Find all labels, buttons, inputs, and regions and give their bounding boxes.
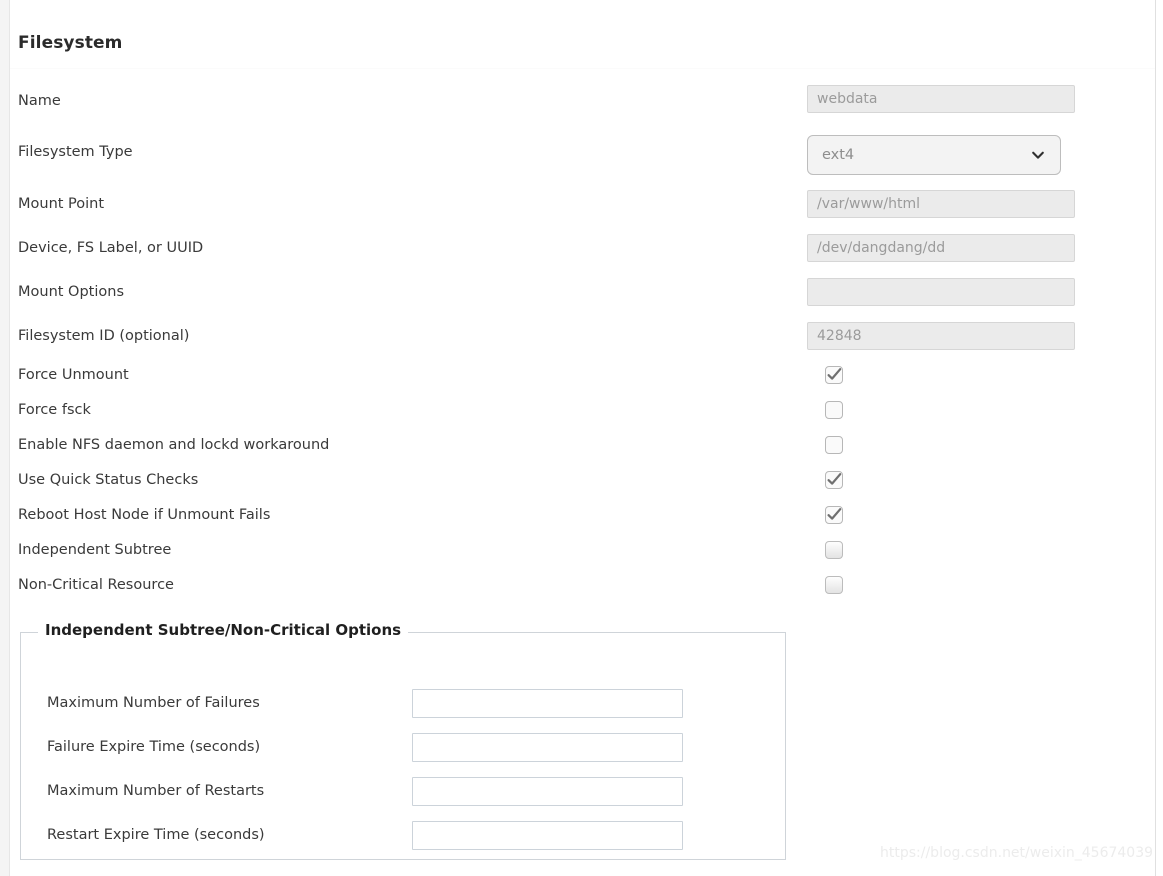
fieldset-label-restart-expire-time-seconds: Restart Expire Time (seconds) [47,827,265,843]
input-name[interactable] [807,85,1075,113]
watermark: https://blog.csdn.net/weixin_45674039 [880,845,1154,861]
checkbox-non-critical-resource[interactable] [825,576,843,594]
checkbox-label-force-fsck: Force fsck [18,402,91,418]
fieldset-input-maximum-number-of-restarts[interactable] [412,777,683,806]
field-label-name: Name [18,93,61,109]
chevron-down-icon [1030,147,1046,163]
checkbox-force-unmount-checked[interactable] [825,366,843,384]
checkbox-force-fsck[interactable] [825,401,843,419]
checkbox-use-quick-status-checks-checked[interactable] [825,471,843,489]
fieldset-input-maximum-number-of-failures[interactable] [412,689,683,718]
input-mount-point[interactable] [807,190,1075,218]
fieldset-input-restart-expire-time-seconds[interactable] [412,821,683,850]
checkbox-label-non-critical-resource: Non-Critical Resource [18,577,174,593]
input-device-fs-label-or-uuid[interactable] [807,234,1075,262]
fieldset-label-failure-expire-time-seconds: Failure Expire Time (seconds) [47,739,261,755]
field-label-filesystem-id-optional: Filesystem ID (optional) [18,328,190,344]
fieldset-legend: Independent Subtree/Non-Critical Options [38,621,409,639]
checkbox-reboot-host-node-if-unmount-fails-checked[interactable] [825,506,843,524]
input-filesystem-id-optional[interactable] [807,322,1075,350]
checkbox-label-force-unmount: Force Unmount [18,367,129,383]
select-value: ext4 [822,147,855,163]
checkbox-label-use-quick-status-checks: Use Quick Status Checks [18,472,199,488]
select-filesystem-type[interactable]: ext4 [807,135,1061,175]
checkbox-label-reboot-host-node-if-unmount-fails: Reboot Host Node if Unmount Fails [18,507,271,523]
checkbox-independent-subtree[interactable] [825,541,843,559]
field-label-mount-options: Mount Options [18,284,125,300]
filesystem-resource-form: Filesystem Name Filesystem Type ext4 Mount … [0,0,1163,876]
field-label-device-fs-label-or-uuid: Device, FS Label, or UUID [18,240,204,256]
input-mount-options[interactable] [807,278,1075,306]
fieldset-label-maximum-number-of-failures: Maximum Number of Failures [47,695,260,711]
page-title: Filesystem [18,33,123,53]
fieldset-input-failure-expire-time-seconds[interactable] [412,733,683,762]
field-label-mount-point: Mount Point [18,196,105,212]
fieldset-label-maximum-number-of-restarts: Maximum Number of Restarts [47,783,265,799]
checkbox-label-enable-nfs-daemon-and-lockd-workaround: Enable NFS daemon and lockd workaround [18,437,330,453]
field-label-filesystem-type: Filesystem Type [18,144,133,160]
checkbox-label-independent-subtree: Independent Subtree [18,542,172,558]
checkbox-enable-nfs-daemon-and-lockd-workaround[interactable] [825,436,843,454]
